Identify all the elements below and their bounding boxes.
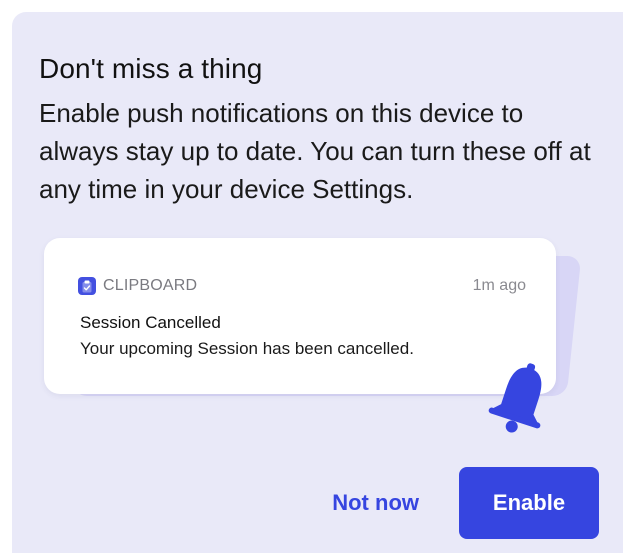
card-title: Don't miss a thing: [39, 53, 263, 84]
clipboard-icon: [78, 277, 96, 295]
notification-illustration: CLIPBOARD 1m ago Session Cancelled Your …: [42, 238, 602, 438]
not-now-button[interactable]: Not now: [332, 490, 419, 516]
sample-notification: CLIPBOARD 1m ago Session Cancelled Your …: [44, 238, 556, 394]
action-buttons: Not now Enable: [332, 467, 599, 539]
notification-app-name: CLIPBOARD: [103, 277, 198, 294]
notification-title: Session Cancelled: [80, 313, 221, 332]
card-description: Enable push notifications on this device…: [39, 98, 591, 204]
notification-message: Your upcoming Session has been cancelled…: [80, 339, 414, 358]
enable-button[interactable]: Enable: [459, 467, 599, 539]
notification-timestamp: 1m ago: [472, 277, 526, 294]
notification-header: CLIPBOARD 1m ago: [78, 276, 526, 296]
notification-permission-card: Don't miss a thing Enable push notificat…: [12, 12, 623, 553]
bell-icon: [488, 363, 542, 433]
